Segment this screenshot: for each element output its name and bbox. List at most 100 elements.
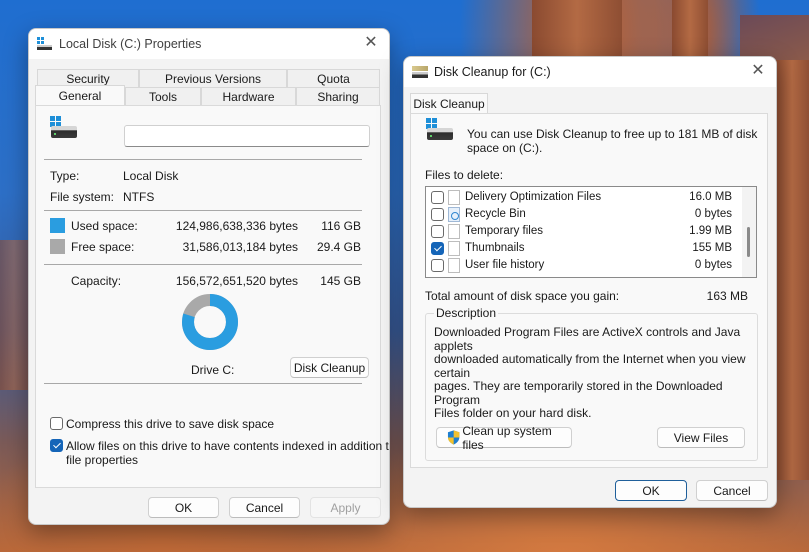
wallpaper-roof [740, 15, 809, 60]
used-space-label: Used space: [71, 219, 138, 233]
recycle-bin-icon [448, 207, 460, 222]
intro-text-line2: space on (C:). [467, 141, 543, 155]
total-gain-label: Total amount of disk space you gain: [425, 289, 620, 303]
file-list-item[interactable]: Recycle Bin 0 bytes [426, 206, 742, 223]
usage-donut-chart [182, 294, 238, 350]
scrollbar[interactable] [742, 187, 756, 277]
index-checkbox[interactable] [50, 439, 63, 452]
files-list[interactable]: Delivery Optimization Files 16.0 MB Recycl… [425, 186, 757, 278]
general-panel: Type: Local Disk File system: NTFS Used … [35, 105, 389, 488]
clean-up-system-files-button[interactable]: Clean up system files [436, 424, 572, 452]
tab-quota[interactable]: Quota [287, 69, 380, 87]
capacity-bytes: 156,572,651,520 bytes [175, 274, 298, 288]
file-name: Temporary files [465, 225, 543, 237]
file-checkbox[interactable] [431, 242, 444, 255]
description-line: downloaded automatically from the Intern… [434, 352, 746, 380]
file-checkbox[interactable] [431, 259, 444, 272]
apply-button[interactable]: Apply [310, 497, 381, 518]
description-line: pages. They are temporarily stored in th… [434, 379, 723, 407]
free-space-size: 29.4 GB [316, 240, 361, 254]
file-size: 1.99 MB [689, 225, 732, 237]
file-name: Delivery Optimization Files [465, 191, 602, 203]
free-space-bytes: 31,586,013,184 bytes [182, 240, 298, 254]
tab-disk-cleanup[interactable]: Disk Cleanup [410, 93, 488, 113]
divider [44, 210, 362, 211]
close-icon[interactable]: ✕ [750, 63, 766, 79]
tab-tools[interactable]: Tools [125, 87, 201, 105]
divider [44, 264, 362, 265]
type-value: Local Disk [123, 169, 179, 183]
file-name: User file history [465, 259, 545, 271]
file-icon [448, 224, 460, 239]
drive-label: Drive C: [191, 363, 235, 377]
used-space-bytes: 124,986,638,336 bytes [175, 219, 298, 233]
tab-sharing[interactable]: Sharing [296, 87, 380, 105]
file-list-item[interactable]: Delivery Optimization Files 16.0 MB [426, 189, 742, 206]
cancel-button[interactable]: Cancel [696, 480, 768, 501]
description-text: Downloaded Program Files are ActiveX con… [434, 325, 767, 421]
capacity-label: Capacity: [71, 274, 122, 288]
file-checkbox[interactable] [431, 225, 444, 238]
file-icon [448, 258, 460, 273]
file-name: Recycle Bin [465, 208, 526, 220]
description-legend: Description [436, 306, 497, 320]
type-label: Type: [50, 169, 80, 183]
window-title: Local Disk (C:) Properties [59, 37, 202, 51]
cancel-button[interactable]: Cancel [229, 497, 300, 518]
file-checkbox[interactable] [431, 191, 444, 204]
disk-cleanup-icon [412, 65, 428, 79]
view-files-button[interactable]: View Files [657, 427, 745, 448]
properties-titlebar[interactable]: Local Disk (C:) Properties ✕ [29, 29, 389, 59]
wallpaper-tower [532, 0, 622, 60]
total-gain-value: 163 MB [706, 289, 748, 303]
tab-general[interactable]: General [35, 85, 125, 105]
divider [44, 383, 362, 384]
wallpaper-building-left [0, 240, 28, 390]
filesystem-value: NTFS [123, 190, 155, 204]
file-size: 0 bytes [694, 259, 732, 271]
disk-cleanup-window: Disk Cleanup for (C:) ✕ Disk Cleanup You… [403, 56, 777, 508]
file-size: 155 MB [692, 242, 732, 254]
drive-icon [37, 37, 53, 51]
compress-checkbox[interactable] [50, 417, 63, 430]
disk-cleanup-button[interactable]: Disk Cleanup [290, 357, 369, 378]
file-icon [448, 241, 460, 256]
index-label-line1: Allow files on this drive to have conten… [66, 439, 390, 453]
volume-label-input[interactable] [124, 125, 370, 147]
close-icon[interactable]: ✕ [363, 35, 379, 51]
used-space-size: 116 GB [321, 219, 361, 233]
file-list-item[interactable]: Thumbnails 155 MB [426, 240, 742, 257]
scrollbar-thumb[interactable] [747, 227, 750, 257]
file-size: 16.0 MB [689, 191, 732, 203]
properties-window: Local Disk (C:) Properties ✕ Security Pr… [28, 28, 390, 525]
file-checkbox[interactable] [431, 208, 444, 221]
filesystem-label: File system: [50, 190, 115, 204]
free-space-label: Free space: [71, 240, 135, 254]
file-icon [448, 190, 460, 205]
compress-label: Compress this drive to save disk space [66, 417, 275, 431]
cleanup-titlebar[interactable]: Disk Cleanup for (C:) ✕ [404, 57, 776, 87]
tab-previous-versions[interactable]: Previous Versions [139, 69, 287, 87]
ok-button[interactable]: OK [148, 497, 219, 518]
ok-button[interactable]: OK [615, 480, 687, 501]
description-line: Files folder on your hard disk. [434, 406, 592, 420]
used-space-swatch [50, 218, 65, 233]
file-list-item[interactable]: User file history 0 bytes [426, 257, 742, 274]
free-space-swatch [50, 239, 65, 254]
uac-shield-icon [447, 430, 460, 445]
file-name: Thumbnails [465, 242, 525, 254]
divider [44, 159, 362, 160]
description-line: Downloaded Program Files are ActiveX con… [434, 325, 741, 353]
drive-icon [426, 118, 454, 142]
index-label-line2: file properties [66, 453, 139, 467]
wallpaper-tower-small [672, 0, 708, 60]
tab-hardware[interactable]: Hardware [201, 87, 296, 105]
wallpaper-building-right [775, 60, 809, 480]
files-to-delete-label: Files to delete: [425, 168, 504, 182]
window-title: Disk Cleanup for (C:) [434, 65, 551, 79]
intro-text-line1: You can use Disk Cleanup to free up to 1… [467, 127, 758, 141]
file-list-item[interactable]: Temporary files 1.99 MB [426, 223, 742, 240]
capacity-size: 145 GB [320, 274, 361, 288]
clean-up-system-files-label: Clean up system files [462, 423, 552, 452]
disk-cleanup-panel: You can use Disk Cleanup to free up to 1… [410, 113, 768, 468]
